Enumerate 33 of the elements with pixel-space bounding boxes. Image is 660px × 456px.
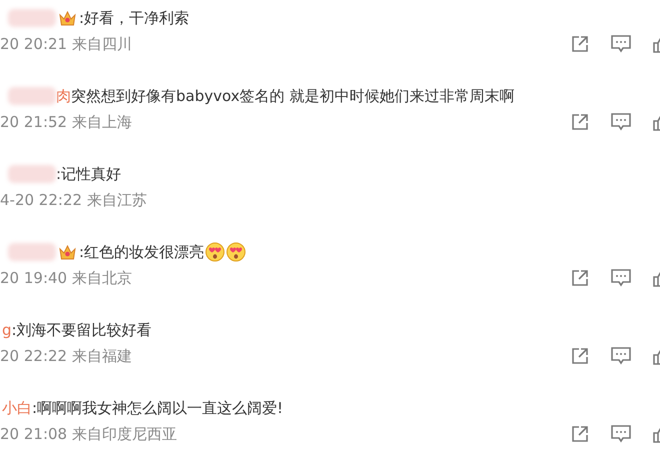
timestamp: 20 19:40 xyxy=(0,268,68,289)
location-label: 来自上海 xyxy=(72,112,132,133)
share-icon[interactable] xyxy=(570,424,590,444)
comment-text: :红色的妆发很漂亮 xyxy=(79,242,204,263)
username-link[interactable]: 肉 xyxy=(56,84,71,108)
username-link[interactable]: g xyxy=(0,318,12,342)
location-label: 来自四川 xyxy=(72,34,132,55)
share-icon[interactable] xyxy=(570,112,590,132)
timestamp: 20 20:21 xyxy=(0,34,68,55)
comment-icon[interactable] xyxy=(610,34,632,54)
timestamp: 20 21:52 xyxy=(0,112,68,133)
location-label: 来自江苏 xyxy=(87,190,148,211)
location-label: 来自印度尼西亚 xyxy=(72,424,178,445)
comment-text: :刘海不要留比较好看 xyxy=(12,320,152,341)
comment-icon[interactable] xyxy=(610,112,632,132)
comment-icon[interactable] xyxy=(610,346,632,366)
comment-icon[interactable] xyxy=(610,268,632,288)
share-icon[interactable] xyxy=(570,268,590,288)
comment-text: 突然想到好像有babyvox签名的 就是初中时候她们来过非常周末啊 xyxy=(71,86,514,107)
location-label: 来自北京 xyxy=(72,268,132,289)
comment-text: :记性真好 xyxy=(56,164,122,185)
username-link[interactable]: 小白 xyxy=(0,396,32,420)
comment-icon[interactable] xyxy=(610,424,632,444)
share-icon[interactable] xyxy=(570,34,590,54)
location-label: 来自福建 xyxy=(72,346,132,367)
timestamp: 20 22:22 xyxy=(0,346,68,367)
heart-eyes-emoji-icon xyxy=(226,242,246,262)
comment-text: :啊啊啊我女神怎么阔以一直这么阔爱! xyxy=(32,398,284,419)
comment-text: :好看，干净利索 xyxy=(79,8,190,29)
heart-eyes-emoji-icon xyxy=(205,242,226,262)
timestamp: 4-20 22:22 xyxy=(0,190,82,211)
timestamp: 20 21:08 xyxy=(0,424,68,445)
share-icon[interactable] xyxy=(570,346,590,366)
